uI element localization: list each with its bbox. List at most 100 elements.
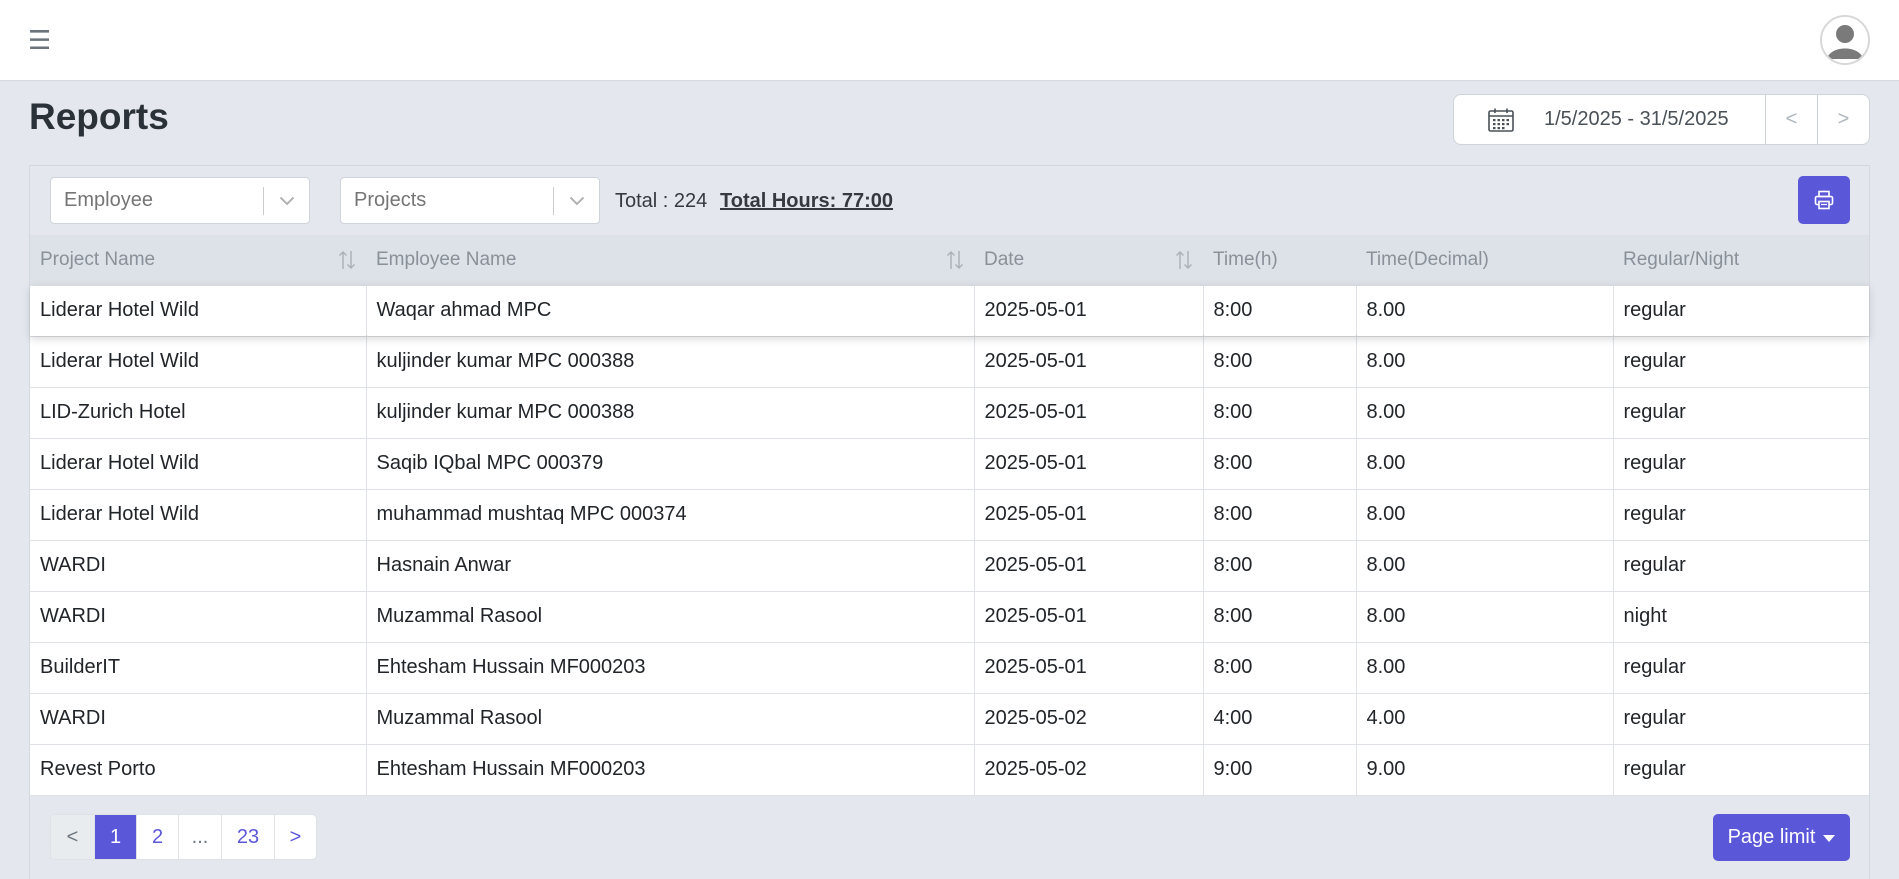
pagination-ellipsis: ... — [178, 815, 221, 859]
cell-time-decimal: 8.00 — [1356, 488, 1614, 540]
cell-employee: muhammad mushtaq MPC 000374 — [366, 488, 975, 540]
cell-time-h: 8:00 — [1203, 335, 1357, 387]
sort-icon[interactable] — [1175, 249, 1193, 271]
cell-date: 2025-05-01 — [974, 488, 1204, 540]
table-row[interactable]: Liderar Hotel Wild Saqib IQbal MPC 00037… — [30, 437, 1869, 489]
cell-time-h: 8:00 — [1203, 590, 1357, 642]
cell-shift: regular — [1613, 743, 1869, 796]
date-prev-button[interactable]: < — [1766, 95, 1817, 144]
cell-shift: night — [1613, 590, 1869, 642]
total-hours: Total Hours: 77:00 — [720, 190, 893, 212]
table-row[interactable]: Liderar Hotel Wild kuljinder kumar MPC 0… — [30, 335, 1869, 387]
cell-time-decimal: 8.00 — [1356, 437, 1614, 489]
cell-employee: Muzammal Rasool — [366, 590, 975, 642]
cell-shift: regular — [1613, 488, 1869, 540]
cell-shift: regular — [1613, 386, 1869, 438]
cell-employee: Saqib IQbal MPC 000379 — [366, 437, 975, 489]
column-header: Regular/Night — [1623, 248, 1740, 270]
cell-time-h: 8:00 — [1203, 641, 1357, 693]
table-row[interactable]: BuilderIT Ehtesham Hussain MF000203 2025… — [30, 641, 1869, 693]
column-header: Time(h) — [1213, 248, 1278, 270]
cell-employee: Hasnain Anwar — [366, 539, 975, 591]
column-header[interactable]: Employee Name — [366, 235, 974, 285]
cell-date: 2025-05-01 — [974, 335, 1204, 387]
table-row[interactable]: WARDI Muzammal Rasool 2025-05-02 4:00 4.… — [30, 692, 1869, 744]
date-range-picker: 1/5/2025 - 31/5/2025 < > — [1453, 94, 1870, 145]
cell-project: Liderar Hotel Wild — [30, 488, 367, 540]
cell-time-decimal: 8.00 — [1356, 284, 1614, 336]
table-row[interactable]: Liderar Hotel Wild Waqar ahmad MPC 2025-… — [30, 284, 1869, 336]
date-next-button[interactable]: > — [1817, 95, 1869, 144]
table-row[interactable]: WARDI Hasnain Anwar 2025-05-01 8:00 8.00… — [30, 539, 1869, 591]
employee-select[interactable]: Employee — [50, 177, 310, 224]
total-count: Total : 224 — [615, 190, 708, 212]
employee-select-placeholder: Employee — [64, 189, 153, 211]
cell-time-decimal: 8.00 — [1356, 386, 1614, 438]
pagination-next-button[interactable]: > — [274, 815, 316, 859]
cell-employee: Muzammal Rasool — [366, 692, 975, 744]
pagination-page-23[interactable]: 23 — [221, 815, 274, 859]
chevron-down-icon[interactable] — [264, 196, 309, 206]
page-limit-button[interactable]: Page limit — [1713, 814, 1850, 861]
cell-project: Liderar Hotel Wild — [30, 335, 367, 387]
table-row[interactable]: Liderar Hotel Wild muhammad mushtaq MPC … — [30, 488, 1869, 540]
cell-employee: Ehtesham Hussain MF000203 — [366, 743, 975, 796]
cell-shift: regular — [1613, 284, 1869, 336]
cell-date: 2025-05-01 — [974, 539, 1204, 591]
top-bar: ☰ — [0, 0, 1899, 81]
pagination-page-1[interactable]: 1 — [94, 815, 136, 859]
pagination-prev-button[interactable]: < — [51, 815, 94, 859]
table-row[interactable]: Revest Porto Ehtesham Hussain MF000203 2… — [30, 743, 1869, 796]
cell-date: 2025-05-02 — [974, 692, 1204, 744]
cell-date: 2025-05-02 — [974, 743, 1204, 796]
cell-employee: Waqar ahmad MPC — [366, 284, 975, 336]
cell-time-h: 8:00 — [1203, 284, 1357, 336]
cell-shift: regular — [1613, 437, 1869, 489]
caret-down-icon — [1823, 835, 1836, 842]
cell-time-decimal: 8.00 — [1356, 641, 1614, 693]
table-header-row: Project Name Employee Name Date Time(h) … — [30, 235, 1869, 285]
date-range-field[interactable]: 1/5/2025 - 31/5/2025 — [1454, 95, 1766, 144]
hamburger-icon[interactable]: ☰ — [28, 28, 51, 54]
cell-time-decimal: 8.00 — [1356, 539, 1614, 591]
cell-time-h: 8:00 — [1203, 539, 1357, 591]
cell-time-h: 8:00 — [1203, 437, 1357, 489]
print-button[interactable] — [1798, 176, 1850, 224]
table-row[interactable]: WARDI Muzammal Rasool 2025-05-01 8:00 8.… — [30, 590, 1869, 642]
cell-employee: kuljinder kumar MPC 000388 — [366, 335, 975, 387]
cell-date: 2025-05-01 — [974, 386, 1204, 438]
cell-shift: regular — [1613, 641, 1869, 693]
cell-project: WARDI — [30, 692, 367, 744]
cell-time-h: 4:00 — [1203, 692, 1357, 744]
cell-time-h: 8:00 — [1203, 386, 1357, 438]
projects-select[interactable]: Projects — [340, 177, 600, 224]
column-header[interactable]: Project Name — [30, 235, 366, 285]
cell-date: 2025-05-01 — [974, 641, 1204, 693]
chevron-down-icon[interactable] — [554, 196, 599, 206]
cell-employee: Ehtesham Hussain MF000203 — [366, 641, 975, 693]
cell-time-decimal: 9.00 — [1356, 743, 1614, 796]
cell-project: Liderar Hotel Wild — [30, 284, 367, 336]
cell-time-decimal: 8.00 — [1356, 590, 1614, 642]
reports-table: Project Name Employee Name Date Time(h) … — [30, 235, 1869, 796]
date-range-value: 1/5/2025 - 31/5/2025 — [1544, 108, 1729, 130]
projects-select-placeholder: Projects — [354, 189, 427, 211]
cell-shift: regular — [1613, 335, 1869, 387]
cell-project: BuilderIT — [30, 641, 367, 693]
cell-time-h: 9:00 — [1203, 743, 1357, 796]
cell-time-h: 8:00 — [1203, 488, 1357, 540]
sort-icon[interactable] — [946, 249, 964, 271]
printer-icon — [1814, 190, 1834, 210]
table-row[interactable]: LID-Zurich Hotel kuljinder kumar MPC 000… — [30, 386, 1869, 438]
cell-project: WARDI — [30, 539, 367, 591]
page-title: Reports — [29, 96, 169, 137]
cell-time-decimal: 8.00 — [1356, 335, 1614, 387]
cell-time-decimal: 4.00 — [1356, 692, 1614, 744]
pagination-page-2[interactable]: 2 — [136, 815, 178, 859]
pagination: < 1 2 ... 23 > — [50, 814, 317, 860]
cell-project: Liderar Hotel Wild — [30, 437, 367, 489]
user-avatar-icon[interactable] — [1820, 15, 1870, 65]
sort-icon[interactable] — [338, 249, 356, 271]
column-header[interactable]: Date — [974, 235, 1203, 285]
cell-shift: regular — [1613, 539, 1869, 591]
